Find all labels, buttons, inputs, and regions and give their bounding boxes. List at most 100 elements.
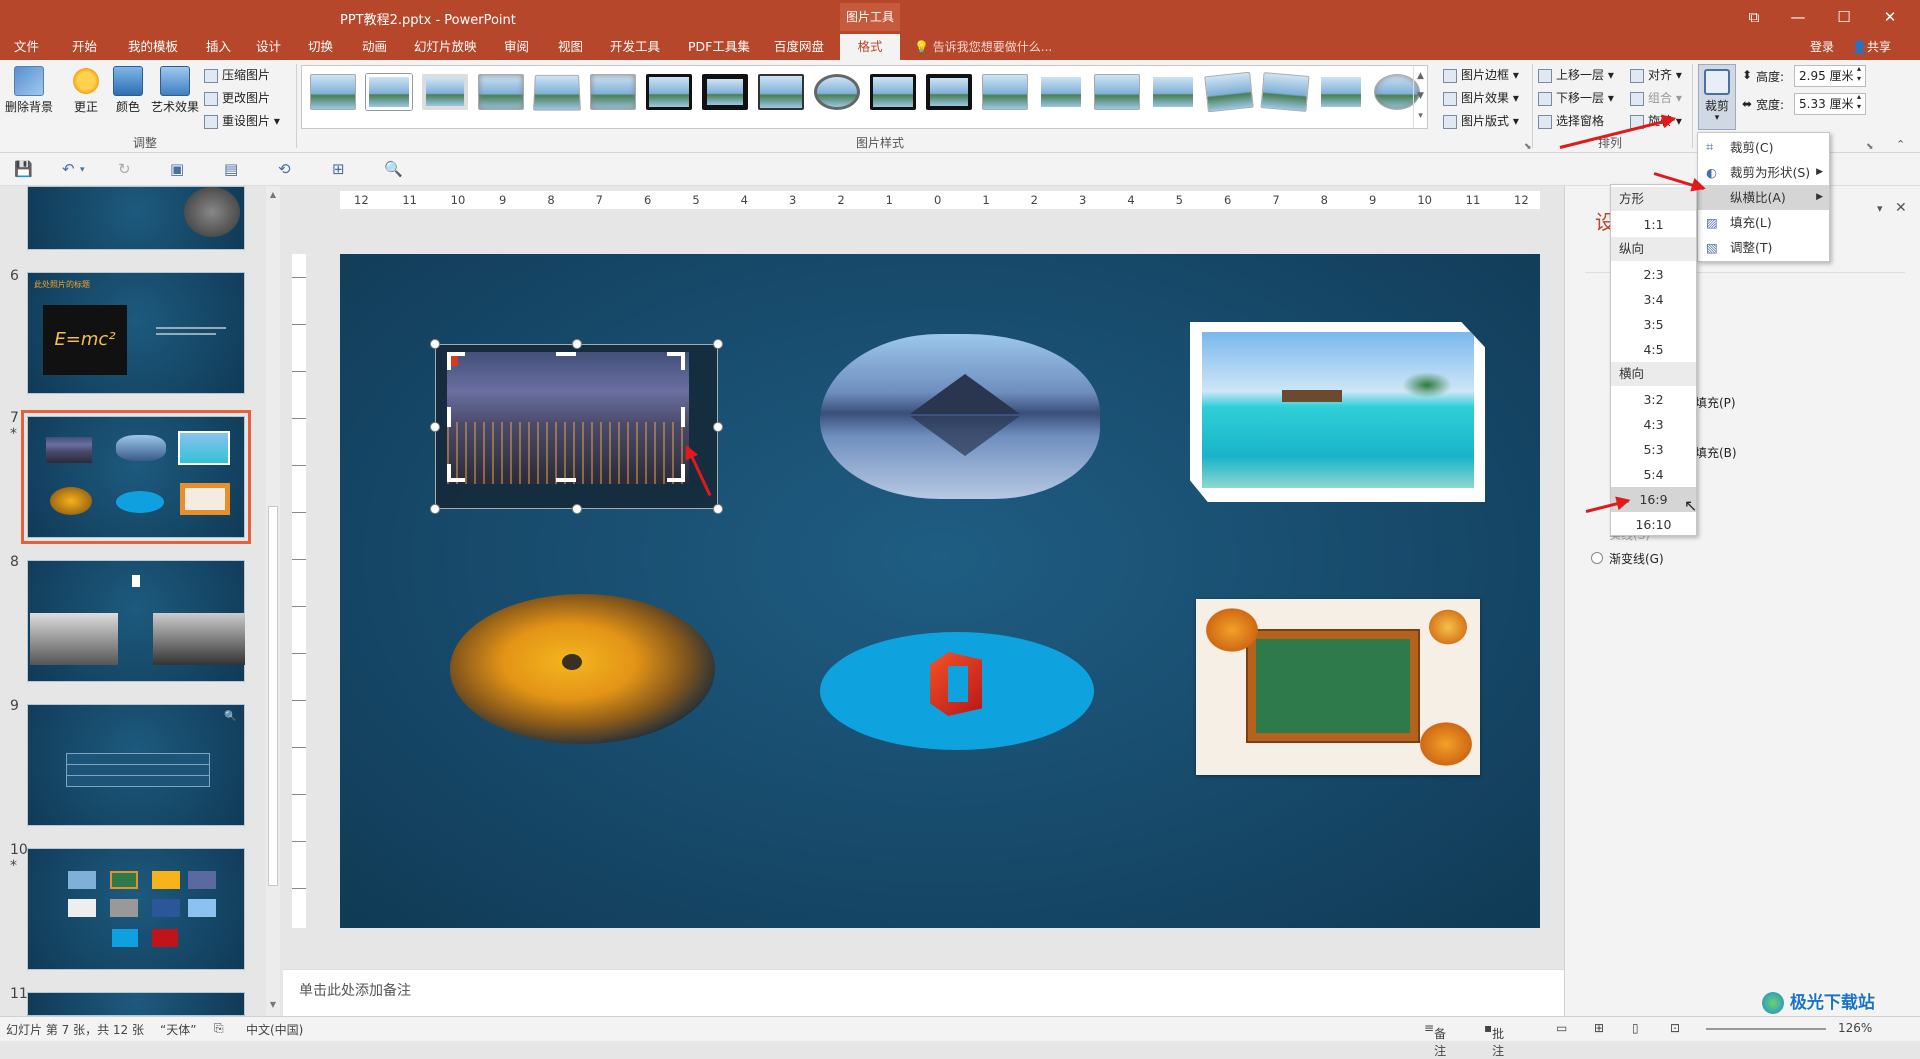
pane-options-icon[interactable]: ▾ (1877, 202, 1883, 215)
slide-thumbnail[interactable] (27, 560, 245, 682)
picture-style-item[interactable] (366, 74, 412, 110)
language[interactable]: 中文(中国) (246, 1021, 303, 1038)
gradient-line-radio[interactable] (1591, 552, 1603, 564)
reset-slide-icon[interactable]: ⟲ (278, 160, 291, 178)
height-input[interactable]: 2.95 厘米 ▴ ▾ (1794, 64, 1866, 87)
slide-thumbnail[interactable]: 🔍 (27, 704, 245, 826)
picture-effects-button[interactable]: 图片效果 ▾ (1443, 87, 1519, 109)
reading-view-icon[interactable]: ▯ (1632, 1021, 1639, 1035)
office-logo-picture[interactable] (820, 632, 1094, 750)
pane-close-icon[interactable]: ✕ (1895, 200, 1907, 216)
picture-style-item[interactable] (478, 74, 524, 110)
selection-pane-button[interactable]: 选择窗格 (1538, 110, 1604, 132)
zoom-slider[interactable] (1706, 1028, 1826, 1030)
preview-icon[interactable]: 🔍 (384, 160, 403, 178)
picture-style-item[interactable] (310, 74, 356, 110)
picture-style-item[interactable] (1094, 74, 1140, 110)
menu-item-fit[interactable]: ▧ 调整(T) (1698, 235, 1829, 260)
align-button[interactable]: 对齐 ▾ (1630, 64, 1682, 86)
slide-sorter-icon[interactable]: ⊞ (1594, 1021, 1604, 1035)
share-button[interactable]: 👤共享 (1852, 34, 1891, 60)
picture-style-item[interactable] (982, 74, 1028, 110)
tab-slideshow[interactable]: 幻灯片放映 (404, 34, 487, 60)
reset-picture-button[interactable]: 重设图片 ▾ (204, 110, 280, 132)
notes-pane[interactable]: 单击此处添加备注 (283, 969, 1564, 1016)
picture-style-item[interactable] (1150, 74, 1196, 110)
layout-icon[interactable]: ▤ (224, 160, 238, 178)
spellcheck-icon[interactable]: ⎘ (214, 1021, 224, 1036)
tell-me-search[interactable]: 💡 告诉我您想要做什么... (914, 34, 1052, 60)
resize-handle[interactable] (430, 339, 440, 349)
ratio-5-4[interactable]: 5:4 (1611, 462, 1696, 487)
ratio-4-5[interactable]: 4:5 (1611, 337, 1696, 362)
picture-style-item[interactable] (532, 74, 582, 111)
scrollbar-thumb[interactable] (268, 506, 278, 886)
send-backward-button[interactable]: 下移一层 ▾ (1538, 87, 1614, 109)
slide-canvas[interactable] (340, 254, 1540, 928)
fill-option-p[interactable]: 填充(P) (1695, 394, 1736, 411)
resize-handle[interactable] (713, 504, 723, 514)
crop-button[interactable]: 裁剪 ▾ (1698, 64, 1736, 130)
scroll-down-icon[interactable]: ▼ (266, 1000, 280, 1009)
picture-style-item[interactable] (1038, 74, 1084, 110)
picture-style-item[interactable] (814, 74, 860, 110)
login-link[interactable]: 登录 (1810, 34, 1834, 60)
picture-layout-button[interactable]: 图片版式 ▾ (1443, 110, 1519, 132)
ratio-1-1[interactable]: 1:1 (1611, 212, 1696, 237)
tab-file[interactable]: 文件 (4, 34, 49, 60)
ratio-3-4[interactable]: 3:4 (1611, 287, 1696, 312)
menu-item-aspect-ratio[interactable]: 纵横比(A) ▶ (1698, 185, 1829, 210)
picture-style-item[interactable] (702, 74, 748, 110)
tab-review[interactable]: 审阅 (494, 34, 539, 60)
compress-pictures-button[interactable]: 压缩图片 (204, 64, 270, 86)
normal-view-icon[interactable]: ▭ (1556, 1021, 1567, 1035)
slideshow-view-icon[interactable]: ⊡ (1670, 1021, 1680, 1035)
slide-thumbnail[interactable] (27, 848, 245, 970)
close-button[interactable]: ✕ (1876, 6, 1904, 28)
picture-style-item[interactable] (590, 74, 636, 110)
picture-style-item[interactable] (1260, 72, 1310, 112)
tab-home[interactable]: 开始 (62, 34, 107, 60)
tab-baidu-netdisk[interactable]: 百度网盘 (764, 34, 834, 60)
tab-transitions[interactable]: 切换 (298, 34, 343, 60)
picture-style-item[interactable] (1318, 74, 1364, 110)
maximize-button[interactable]: ☐ (1830, 6, 1858, 28)
resize-handle[interactable] (572, 339, 582, 349)
color-button[interactable]: 颜色 (108, 66, 148, 115)
ratio-3-5[interactable]: 3:5 (1611, 312, 1696, 337)
change-picture-button[interactable]: 更改图片 (204, 87, 270, 109)
tab-pdf-tools[interactable]: PDF工具集 (678, 34, 760, 60)
dialog-launcher-icon[interactable]: ⬊ (1524, 142, 1532, 152)
blackboard-picture[interactable] (1196, 599, 1480, 775)
picture-style-item[interactable] (758, 74, 804, 110)
undo-icon[interactable]: ↶ (62, 160, 75, 178)
picture-style-item[interactable] (646, 74, 692, 110)
picture-style-item[interactable] (1204, 71, 1254, 113)
resize-handle[interactable] (713, 422, 723, 432)
menu-item-crop-to-shape[interactable]: ◐ 裁剪为形状(S) ▶ (1698, 160, 1829, 185)
resize-handle[interactable] (430, 422, 440, 432)
menu-item-fill[interactable]: ▨ 填充(L) (1698, 210, 1829, 235)
fill-option-b[interactable]: 填充(B) (1695, 444, 1737, 461)
artistic-effects-button[interactable]: 艺术效果 (148, 66, 202, 115)
picture-style-item[interactable] (926, 74, 972, 110)
tab-view[interactable]: 视图 (548, 34, 593, 60)
slide-thumbnail[interactable] (27, 186, 245, 250)
tab-design[interactable]: 设计 (246, 34, 291, 60)
collapse-ribbon-icon[interactable]: ⌃ (1896, 138, 1905, 151)
tab-format[interactable]: 格式 (840, 34, 900, 60)
zoom-level[interactable]: 126% (1838, 1021, 1872, 1035)
remove-background-button[interactable]: 删除背景 (3, 66, 55, 115)
width-input[interactable]: 5.33 厘米 ▴ ▾ (1794, 92, 1866, 115)
ratio-4-3[interactable]: 4:3 (1611, 412, 1696, 437)
beach-picture-frame[interactable] (1190, 322, 1485, 502)
size-dialog-launcher-icon[interactable]: ⬊ (1866, 142, 1874, 152)
undo-dropdown-icon[interactable]: ▾ (80, 165, 85, 175)
crop-handles[interactable] (445, 350, 687, 484)
gallery-scroll[interactable]: ▲ ▼ ▾ (1413, 66, 1427, 128)
resize-handle[interactable] (430, 504, 440, 514)
slide-thumbnail[interactable] (27, 992, 245, 1016)
tab-animations[interactable]: 动画 (352, 34, 397, 60)
thumbnail-scrollbar[interactable]: ▲ ▼ (266, 186, 280, 1016)
resize-handle[interactable] (713, 339, 723, 349)
